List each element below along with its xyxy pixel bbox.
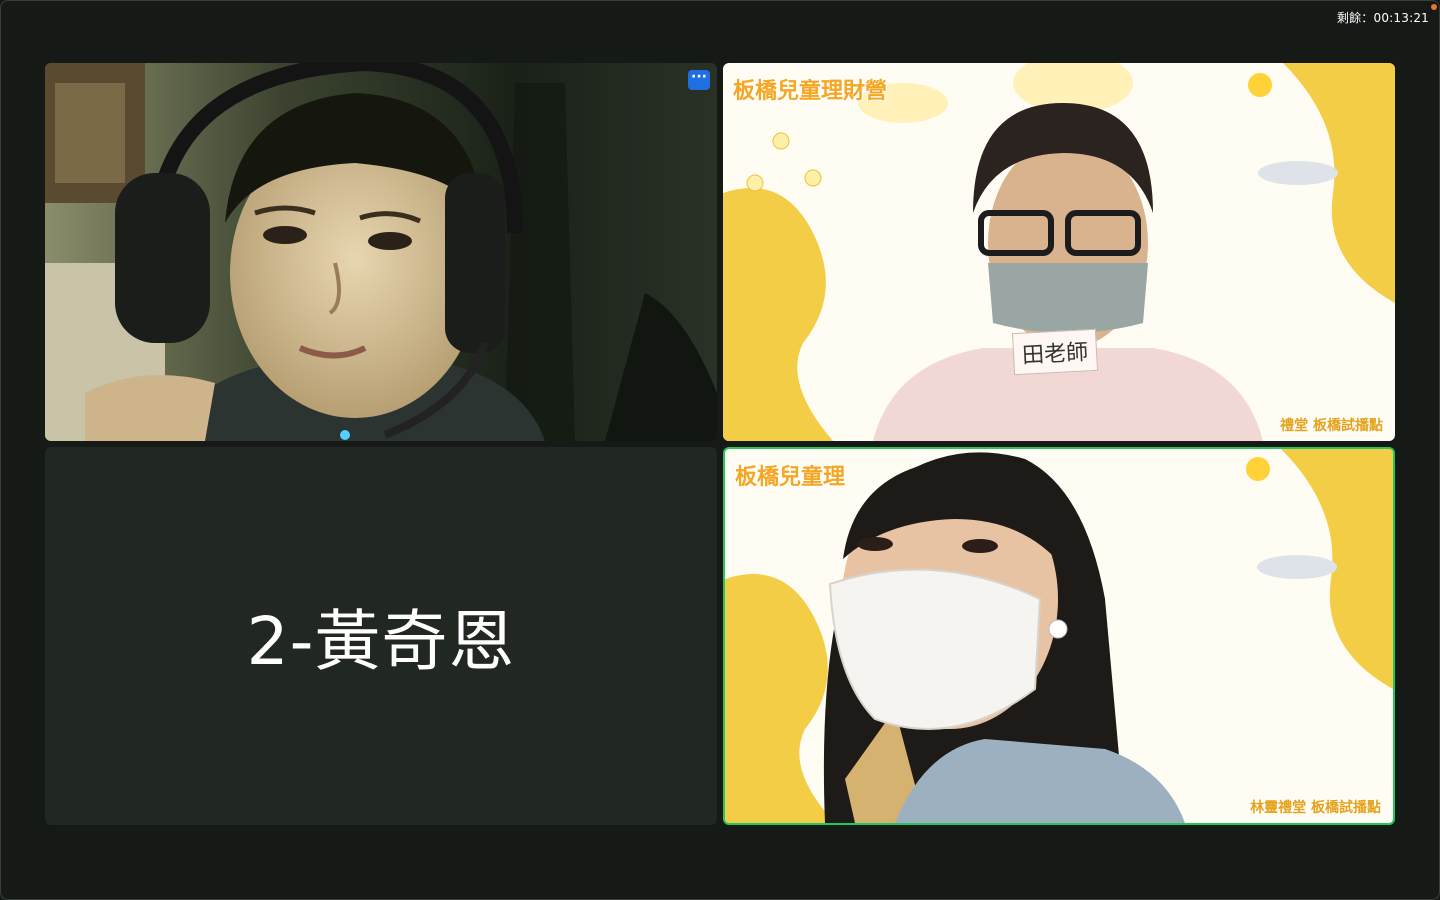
background-footer: 林靈禮堂 板橋試播點 [1250, 800, 1381, 816]
teacher-video [723, 63, 1395, 441]
more-options-button[interactable]: ··· [688, 70, 710, 90]
video-tile-teacher[interactable]: 板橋兒童理財營 田老師 禮堂 板橋試播點 [723, 63, 1395, 441]
background-title: 板橋兒童理財營 [733, 79, 888, 104]
video-tile-active-speaker[interactable]: 板橋兒童理 林靈禮堂 板橋試播點 [723, 447, 1395, 825]
background-footer: 禮堂 板橋試播點 [1280, 418, 1383, 434]
teacher-nametag: 田老師 [1011, 328, 1099, 376]
time-remaining: 剩餘：00:13:21 [1336, 11, 1429, 25]
video-tile-camera-off[interactable]: 2-黃奇恩 [45, 447, 717, 825]
participant-name: 2-黃奇恩 [246, 603, 516, 680]
video-tile-student[interactable]: ··· [45, 63, 717, 441]
student-video [45, 63, 717, 441]
status-dot [1431, 4, 1437, 10]
speaker-video [725, 449, 1393, 823]
background-title: 板橋兒童理 [735, 465, 846, 490]
